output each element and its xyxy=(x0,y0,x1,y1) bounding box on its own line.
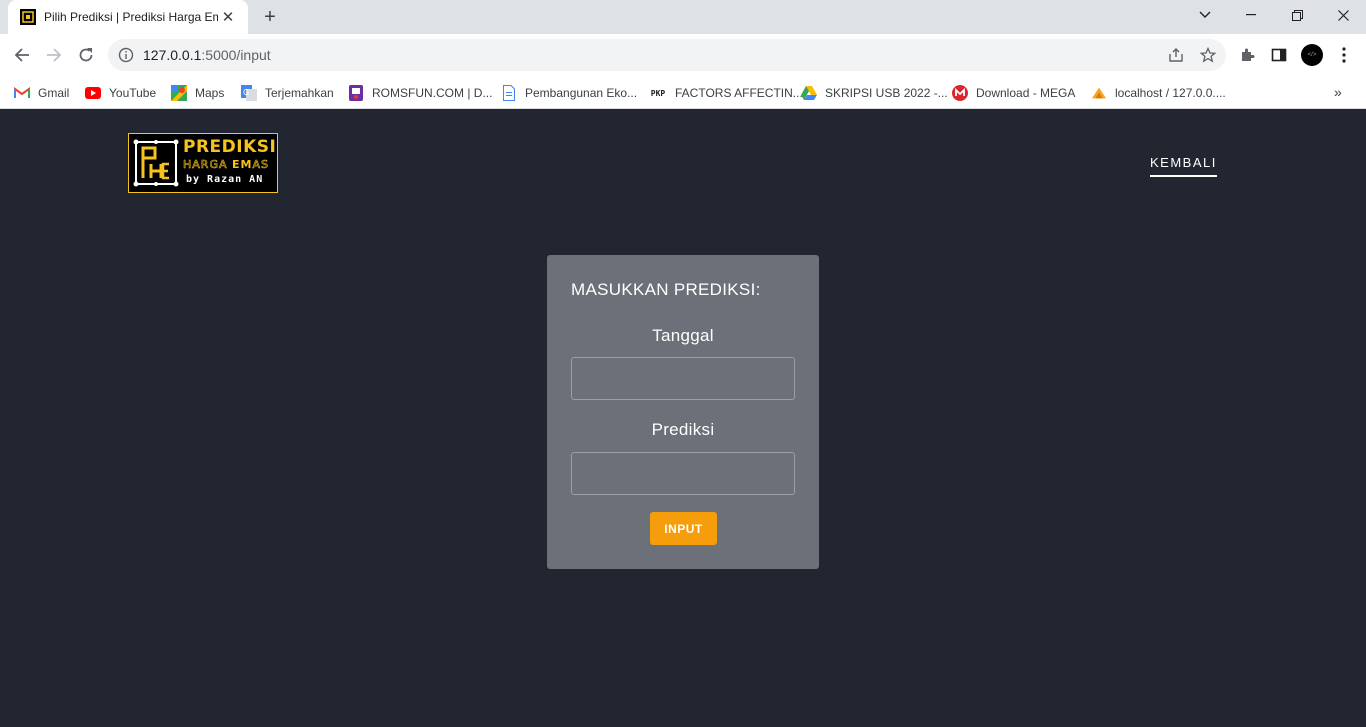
mega-icon xyxy=(952,85,968,101)
tab-search-icon[interactable] xyxy=(1182,0,1228,30)
bookmarks-bar: Gmail YouTube Maps G Terjemahkan ROMSFUN… xyxy=(0,76,1366,109)
site-logo[interactable]: PREDIKSI HARGA EMAS by Razan AN xyxy=(128,133,278,193)
tab-strip: Pilih Prediksi | Prediksi Harga Emas ✕ + xyxy=(0,0,1366,34)
translate-icon: G xyxy=(241,85,257,101)
logo-subtitle-em: EM xyxy=(232,158,253,171)
bookmark-factors[interactable]: PKP FACTORS AFFECTIN... xyxy=(649,82,803,104)
logo-mark-icon xyxy=(133,139,179,187)
bookmark-label: Gmail xyxy=(38,86,70,100)
date-label: Tanggal xyxy=(652,326,714,345)
close-window-icon[interactable] xyxy=(1320,0,1366,30)
bookmark-label: Pembangunan Eko... xyxy=(525,86,638,100)
side-panel-icon[interactable] xyxy=(1268,44,1290,66)
browser-toolbar: 127.0.0.1:5000/input </> xyxy=(0,34,1366,76)
back-icon[interactable] xyxy=(8,41,36,69)
logo-title: PREDIKSI xyxy=(183,137,277,157)
bookmark-pembangunan[interactable]: Pembangunan Eko... xyxy=(501,82,637,104)
bookmark-label: localhost / 127.0.0.... xyxy=(1115,86,1226,100)
bookmark-label: FACTORS AFFECTIN... xyxy=(675,86,803,100)
bookmark-label: Download - MEGA xyxy=(976,86,1076,100)
site-info-icon[interactable] xyxy=(118,47,134,63)
bookmark-skripsi[interactable]: SKRIPSI USB 2022 -... xyxy=(801,82,948,104)
more-bookmarks-icon[interactable]: » xyxy=(1334,84,1342,100)
bookmark-label: Maps xyxy=(195,86,225,100)
bookmark-label: SKRIPSI USB 2022 -... xyxy=(825,86,948,100)
youtube-icon xyxy=(85,85,101,101)
romsfun-icon xyxy=(348,85,364,101)
logo-author: by Razan AN xyxy=(186,174,264,185)
browser-tab[interactable]: Pilih Prediksi | Prediksi Harga Emas ✕ xyxy=(8,0,248,34)
date-input[interactable] xyxy=(571,357,795,400)
bookmark-label: ROMSFUN.COM | D... xyxy=(372,86,493,100)
back-link[interactable]: KEMBALI xyxy=(1150,155,1217,177)
drive-icon xyxy=(801,85,817,101)
bookmark-label: YouTube xyxy=(109,86,157,100)
bookmark-youtube[interactable]: YouTube xyxy=(85,82,156,104)
share-icon[interactable] xyxy=(1166,45,1186,65)
url-text[interactable]: 127.0.0.1:5000/input xyxy=(143,47,271,63)
prediction-form-card: MASUKKAN PREDIKSI: Tanggal Prediksi INPU… xyxy=(547,255,819,569)
menu-kebab-icon[interactable] xyxy=(1333,44,1355,66)
pkp-icon: PKP xyxy=(650,88,666,98)
new-tab-button[interactable]: + xyxy=(258,6,282,28)
bookmark-translate[interactable]: G Terjemahkan xyxy=(241,82,334,104)
logo-subtitle: HARGA EMAS xyxy=(183,158,269,172)
prediction-label: Prediksi xyxy=(651,420,715,439)
bookmark-star-icon[interactable] xyxy=(1198,45,1218,65)
url-path: :5000/input xyxy=(201,47,271,63)
restore-icon[interactable] xyxy=(1274,0,1320,30)
bookmark-label: Terjemahkan xyxy=(265,86,334,100)
page-body: PREDIKSI HARGA EMAS by Razan AN KEMBALI … xyxy=(0,109,1366,727)
form-title: MASUKKAN PREDIKSI: xyxy=(571,280,761,299)
gmail-icon xyxy=(14,85,30,101)
tab-close-icon[interactable]: ✕ xyxy=(218,7,238,27)
bookmark-mega[interactable]: Download - MEGA xyxy=(952,82,1075,104)
address-bar[interactable]: 127.0.0.1:5000/input xyxy=(108,39,1226,71)
minimize-icon[interactable] xyxy=(1228,0,1274,30)
bookmark-romsfun[interactable]: ROMSFUN.COM | D... xyxy=(348,82,492,104)
svg-text:G: G xyxy=(243,88,249,97)
document-icon xyxy=(501,85,517,101)
url-host: 127.0.0.1 xyxy=(143,47,202,63)
profile-avatar[interactable]: </> xyxy=(1301,44,1323,66)
logo-subtitle-part: HARGA xyxy=(183,158,232,172)
maps-icon xyxy=(171,85,187,101)
tab-title: Pilih Prediksi | Prediksi Harga Emas xyxy=(44,10,218,24)
bookmark-maps[interactable]: Maps xyxy=(171,82,224,104)
logo-subtitle-as: AS xyxy=(252,158,269,172)
bookmark-localhost[interactable]: localhost / 127.0.0.... xyxy=(1091,82,1226,104)
reload-icon[interactable] xyxy=(72,41,100,69)
site-favicon-icon xyxy=(20,9,36,25)
phpmyadmin-icon xyxy=(1091,85,1107,101)
extensions-icon[interactable] xyxy=(1236,44,1258,66)
forward-icon[interactable] xyxy=(40,41,68,69)
submit-button[interactable]: INPUT xyxy=(650,512,717,545)
bookmark-gmail[interactable]: Gmail xyxy=(14,82,69,104)
prediction-input[interactable] xyxy=(571,452,795,495)
